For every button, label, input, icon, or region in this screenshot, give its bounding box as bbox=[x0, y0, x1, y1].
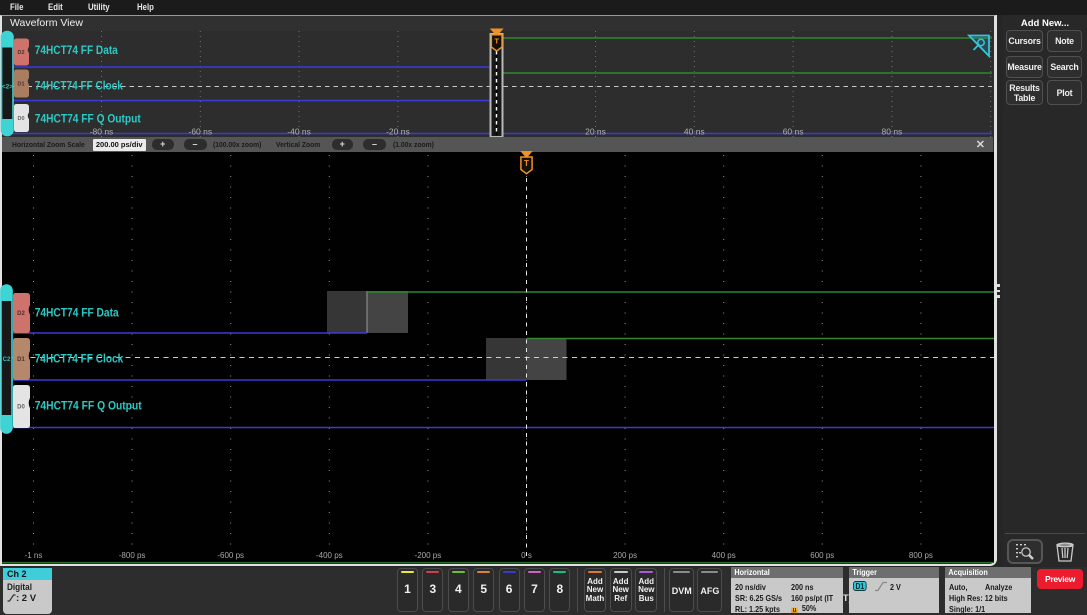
svg-text:-20 ns: -20 ns bbox=[386, 127, 410, 137]
svg-text:74HCT74 FF Q Output: 74HCT74 FF Q Output bbox=[35, 114, 141, 126]
svg-text:-200 ps: -200 ps bbox=[415, 551, 442, 560]
svg-text:-80 ns: -80 ns bbox=[90, 127, 114, 137]
svg-text:-600 ps: -600 ps bbox=[217, 551, 244, 560]
svg-text:D1: D1 bbox=[17, 357, 25, 363]
svg-text:80 ns: 80 ns bbox=[882, 127, 903, 137]
svg-text:T: T bbox=[494, 37, 499, 46]
svg-text:74HCT74 FF Clock: 74HCT74 FF Clock bbox=[35, 81, 124, 93]
svg-text:-40 ns: -40 ns bbox=[287, 127, 311, 137]
svg-text:74HCT74 FF Clock: 74HCT74 FF Clock bbox=[35, 354, 124, 366]
svg-text:-1 ns: -1 ns bbox=[25, 551, 43, 560]
svg-text:<2>: <2> bbox=[2, 84, 13, 91]
svg-text:0 s: 0 s bbox=[521, 551, 532, 560]
svg-text:40 ns: 40 ns bbox=[684, 127, 705, 137]
svg-text:D1: D1 bbox=[17, 82, 24, 88]
svg-text:-60 ns: -60 ns bbox=[188, 127, 212, 137]
svg-text:74HCT74 FF Data: 74HCT74 FF Data bbox=[35, 308, 120, 320]
svg-text:60 ns: 60 ns bbox=[783, 127, 804, 137]
svg-text:C2: C2 bbox=[3, 357, 11, 363]
svg-text:400 ps: 400 ps bbox=[712, 551, 736, 560]
svg-text:D0: D0 bbox=[17, 116, 24, 122]
svg-text:D2: D2 bbox=[17, 50, 24, 56]
svg-text:D2: D2 bbox=[17, 311, 25, 317]
svg-text:74HCT74 FF Data: 74HCT74 FF Data bbox=[35, 45, 119, 57]
svg-text:74HCT74 FF Q Output: 74HCT74 FF Q Output bbox=[35, 401, 142, 413]
svg-text:D0: D0 bbox=[17, 405, 25, 411]
svg-text:20 ns: 20 ns bbox=[585, 127, 606, 137]
svg-text:-800 ps: -800 ps bbox=[119, 551, 146, 560]
svg-text:600 ps: 600 ps bbox=[810, 551, 834, 560]
svg-text:T: T bbox=[524, 159, 529, 168]
svg-text:-400 ps: -400 ps bbox=[316, 551, 343, 560]
svg-text:200 ps: 200 ps bbox=[613, 551, 637, 560]
svg-text:800 ps: 800 ps bbox=[909, 551, 933, 560]
